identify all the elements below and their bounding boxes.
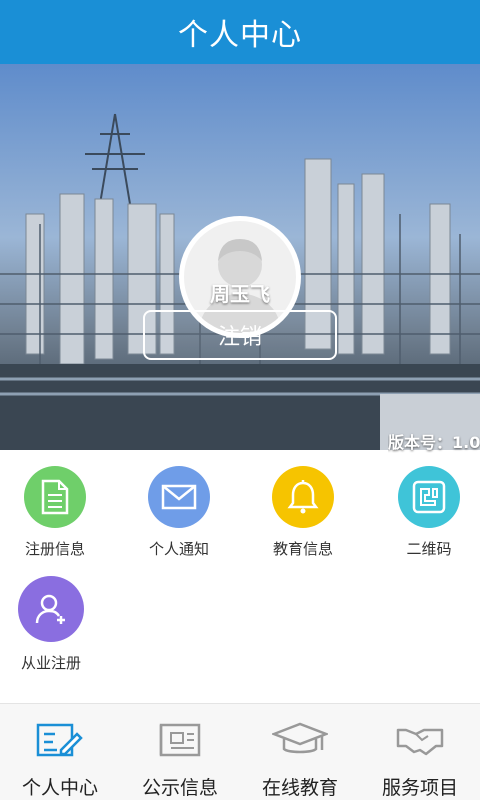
tab-label: 公示信息 bbox=[141, 777, 218, 799]
handshake-icon bbox=[395, 718, 445, 761]
menu-personal-notice[interactable]: 个人通知 bbox=[124, 466, 234, 559]
add-user-icon bbox=[18, 576, 84, 642]
menu-label: 二维码 bbox=[406, 540, 452, 558]
username: 周玉飞 bbox=[210, 282, 270, 306]
profile-banner bbox=[0, 64, 480, 450]
bottom-tab-bar: 个人中心 公示信息 在线教育 服务项目 bbox=[0, 703, 480, 800]
page-title: 个人中心 bbox=[178, 18, 302, 53]
menu-label: 教育信息 bbox=[272, 540, 333, 558]
menu-label: 个人通知 bbox=[148, 540, 209, 558]
graduation-cap-icon bbox=[272, 718, 328, 761]
tab-public-info[interactable]: 公示信息 bbox=[120, 704, 240, 800]
menu-qrcode[interactable]: 二维码 bbox=[374, 466, 480, 559]
qrcode-icon bbox=[398, 466, 460, 528]
bell-icon bbox=[272, 466, 334, 528]
tab-label: 个人中心 bbox=[21, 777, 98, 799]
menu-label: 注册信息 bbox=[24, 540, 85, 558]
document-icon bbox=[24, 466, 86, 528]
tab-label: 服务项目 bbox=[381, 777, 458, 799]
version-label: 版本号：1.0. bbox=[388, 433, 480, 452]
newspaper-icon bbox=[157, 718, 203, 761]
logout-button[interactable]: 注销 bbox=[143, 310, 337, 360]
tab-online-education[interactable]: 在线教育 bbox=[240, 704, 360, 800]
tab-service-items[interactable]: 服务项目 bbox=[360, 704, 480, 800]
menu-practice-registration[interactable]: 从业注册 bbox=[0, 576, 106, 673]
menu-registration-info[interactable]: 注册信息 bbox=[0, 466, 110, 559]
menu-education-info[interactable]: 教育信息 bbox=[248, 466, 358, 559]
tab-label: 在线教育 bbox=[261, 777, 338, 799]
tab-personal-center[interactable]: 个人中心 bbox=[0, 704, 120, 800]
app-header: 个人中心 bbox=[0, 0, 480, 64]
menu-label: 从业注册 bbox=[20, 654, 81, 672]
profile-edit-icon bbox=[35, 718, 85, 761]
mail-icon bbox=[148, 466, 210, 528]
